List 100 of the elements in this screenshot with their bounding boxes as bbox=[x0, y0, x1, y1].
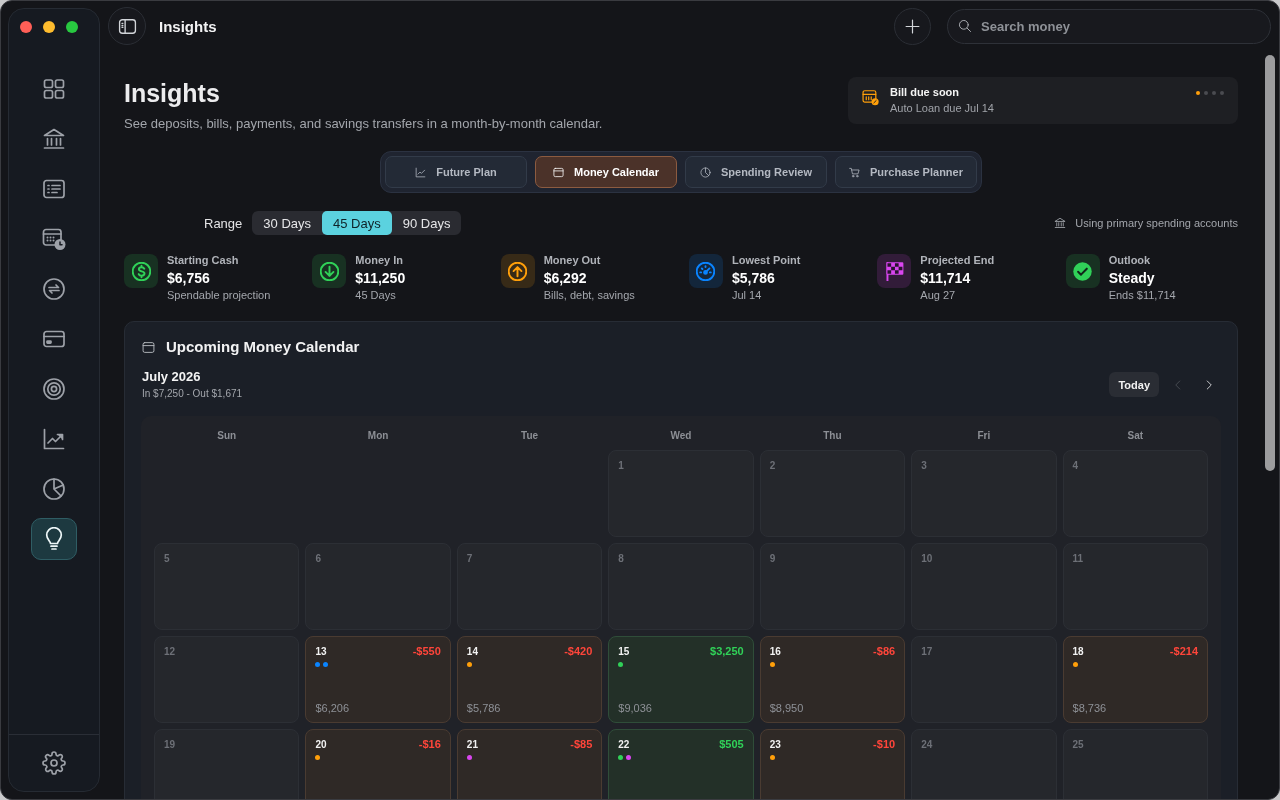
day-number: 3 bbox=[921, 459, 927, 472]
day-cell[interactable]: 13 -$550 $6,206 bbox=[305, 636, 451, 723]
plus-icon bbox=[904, 17, 921, 35]
stat-value: $6,756 bbox=[167, 269, 211, 287]
day-number: 6 bbox=[315, 552, 321, 565]
today-button[interactable]: Today bbox=[1109, 372, 1159, 397]
day-balance: $9,036 bbox=[618, 701, 653, 715]
calendar-clock-icon bbox=[42, 227, 66, 251]
day-cell[interactable]: 21 -$85 bbox=[456, 729, 603, 799]
sidebar-toggle-button[interactable] bbox=[108, 7, 146, 45]
day-cell[interactable]: 23 -$10 bbox=[759, 729, 906, 799]
page-subtitle: See deposits, bills, payments, and savings transfers in a month-by-month calendar. bbox=[124, 116, 603, 132]
settings-button[interactable] bbox=[42, 751, 66, 775]
month-title: July 2026 bbox=[142, 369, 202, 385]
pie-chart-icon bbox=[699, 166, 711, 178]
day-number: 12 bbox=[164, 645, 176, 658]
day-number: 25 bbox=[1072, 738, 1084, 751]
line-chart-icon bbox=[415, 166, 427, 178]
day-amount: $505 bbox=[719, 738, 744, 751]
day-amount: -$10 bbox=[873, 738, 896, 751]
calendar-icon bbox=[142, 340, 155, 354]
accounts-note: Using primary spending accounts bbox=[1075, 217, 1238, 229]
page-dot[interactable] bbox=[1212, 91, 1216, 95]
stat-detail: Jul 14 bbox=[732, 288, 763, 302]
window-close-button[interactable] bbox=[20, 21, 32, 33]
day-number: 11 bbox=[1072, 552, 1084, 565]
weekday-label: Tue bbox=[520, 429, 540, 443]
stat-detail: Bills, debt, savings bbox=[543, 288, 635, 302]
day-amount: -$86 bbox=[873, 645, 896, 658]
tab[interactable]: Spending Review bbox=[685, 156, 827, 188]
stat-label: Projected End bbox=[920, 253, 995, 267]
calendar-icon bbox=[553, 166, 564, 178]
weekday-label: Wed bbox=[669, 429, 693, 443]
range-label: Range bbox=[204, 215, 243, 231]
stat-label: Money Out bbox=[543, 253, 602, 267]
tab[interactable]: Money Calendar bbox=[535, 156, 677, 188]
page-title: Insights bbox=[124, 78, 221, 109]
gauge-icon bbox=[689, 254, 723, 288]
scrollbar-thumb[interactable] bbox=[1265, 55, 1275, 471]
day-number: 18 bbox=[1072, 645, 1084, 658]
cart-icon bbox=[849, 166, 861, 178]
notification-card[interactable]: Bill due soon Auto Loan due Jul 14 bbox=[848, 77, 1238, 124]
day-cell[interactable]: 20 -$16 bbox=[305, 729, 451, 799]
day-number: 19 bbox=[164, 738, 176, 751]
stat-value: $11,714 bbox=[920, 269, 972, 287]
bank-icon bbox=[42, 127, 66, 151]
sidebar-panel-icon bbox=[117, 16, 137, 36]
day-cell[interactable]: 16 -$86 $8,950 bbox=[759, 636, 906, 723]
bank-icon bbox=[1054, 217, 1067, 229]
search-field[interactable]: Search money bbox=[947, 8, 1271, 44]
page-dot[interactable] bbox=[1196, 91, 1200, 95]
weekday-label: Sun bbox=[216, 429, 238, 443]
day-number: 22 bbox=[618, 738, 630, 751]
day-amount: -$16 bbox=[418, 738, 441, 751]
day-cell[interactable]: 14 -$420 $5,786 bbox=[456, 636, 603, 723]
circular-arrows-icon bbox=[42, 277, 66, 301]
weekday-label: Thu bbox=[822, 429, 843, 443]
page-dot[interactable] bbox=[1220, 91, 1224, 95]
day-cell[interactable]: 15 $3,250 $9,036 bbox=[608, 636, 754, 723]
weekday-label: Sat bbox=[1126, 429, 1145, 443]
day-number: 1 bbox=[618, 459, 624, 472]
day-amount: $3,250 bbox=[710, 645, 744, 658]
stat-detail: Ends $11,714 bbox=[1108, 288, 1176, 302]
weekday-label: Mon bbox=[366, 429, 390, 443]
stat-value: $6,292 bbox=[543, 269, 588, 287]
range-option[interactable]: 30 Days bbox=[252, 211, 322, 235]
range-option[interactable]: 90 Days bbox=[391, 211, 462, 235]
day-balance: $8,950 bbox=[769, 701, 805, 715]
tab[interactable]: Purchase Planner bbox=[835, 156, 977, 188]
window-title: Insights bbox=[159, 17, 217, 35]
day-cell[interactable]: 22 $505 bbox=[608, 729, 754, 799]
stat-detail: 45 Days bbox=[355, 288, 397, 302]
pie-chart-icon bbox=[42, 477, 66, 501]
tab[interactable]: Future Plan bbox=[385, 156, 527, 188]
day-number: 2 bbox=[769, 459, 776, 472]
stat-value: $5,786 bbox=[732, 269, 776, 287]
line-chart-icon bbox=[42, 427, 66, 451]
day-amount: -$550 bbox=[412, 645, 441, 658]
day-number: 16 bbox=[769, 645, 781, 658]
window-zoom-button[interactable] bbox=[66, 21, 78, 33]
day-number: 4 bbox=[1072, 459, 1079, 472]
weekday-label: Fri bbox=[976, 429, 992, 443]
day-balance: $8,736 bbox=[1072, 701, 1108, 715]
day-balance: $6,206 bbox=[315, 701, 351, 715]
day-number: 17 bbox=[921, 645, 933, 658]
window-minimize-button[interactable] bbox=[43, 21, 55, 33]
day-number: 24 bbox=[921, 738, 933, 751]
day-number: 15 bbox=[618, 645, 630, 658]
page-dot[interactable] bbox=[1204, 91, 1208, 95]
stat-label: Money In bbox=[355, 253, 404, 267]
checkered-flag-icon bbox=[877, 254, 912, 288]
stat-label: Starting Cash bbox=[167, 253, 240, 267]
card-title: Upcoming Money Calendar bbox=[166, 338, 360, 356]
sidebar-item[interactable] bbox=[31, 518, 77, 560]
range-option[interactable]: 45 Days bbox=[322, 211, 392, 235]
target-icon bbox=[42, 377, 66, 401]
checkmark-icon bbox=[1065, 254, 1100, 288]
day-number: 10 bbox=[921, 552, 933, 565]
stat-detail: Aug 27 bbox=[920, 288, 957, 302]
day-cell[interactable]: 18 -$214 $8,736 bbox=[1062, 636, 1208, 723]
